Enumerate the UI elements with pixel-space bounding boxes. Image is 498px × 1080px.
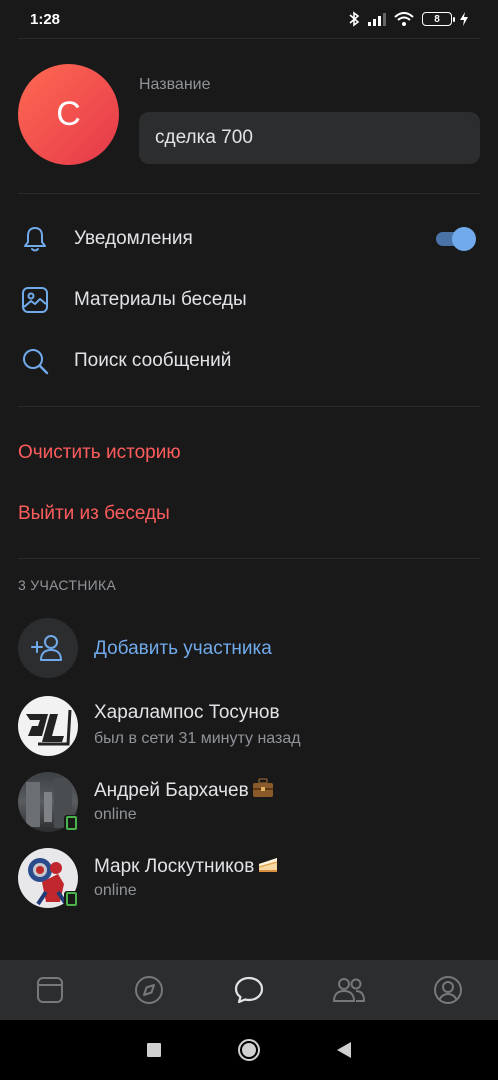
member-name: Андрей Бархачев (94, 778, 274, 802)
member-status: был в сети 31 минуту назад (94, 730, 301, 747)
back-icon[interactable] (336, 1041, 352, 1059)
member-logo-avatar (26, 709, 72, 746)
search-icon (23, 349, 49, 375)
battery-indicator: 8 (422, 12, 455, 26)
member-status: online (94, 806, 137, 823)
newsfeed-icon (36, 977, 63, 1003)
tab-messages[interactable] (199, 960, 299, 1020)
image-icon (22, 287, 48, 313)
home-icon[interactable] (237, 1038, 261, 1062)
add-member-circle (18, 618, 78, 678)
tab-bar (0, 960, 498, 1020)
wifi-icon (394, 12, 414, 26)
add-member-button[interactable]: Добавить участника (0, 616, 498, 682)
avatar (18, 696, 78, 756)
member-item[interactable]: Марк Лоскутников online (0, 844, 498, 916)
name-label: Название (139, 76, 211, 93)
chat-header: С Название (0, 38, 498, 193)
member-item[interactable]: Андрей Бархачев online (0, 768, 498, 840)
tab-profile[interactable] (398, 960, 498, 1020)
bell-icon (24, 227, 46, 252)
chat-avatar[interactable]: С (18, 64, 119, 165)
messages-icon (234, 976, 264, 1004)
online-indicator (64, 815, 78, 831)
search-messages-item[interactable]: Поиск сообщений (0, 331, 498, 391)
status-icons: 8 (348, 11, 468, 27)
members-section-title: 3 УЧАСТНИКА (18, 577, 117, 593)
briefcase-emoji (252, 778, 273, 797)
chat-media-item[interactable]: Материалы беседы (0, 270, 498, 330)
member-name: Харалампос Тосунов (94, 702, 280, 723)
member-item[interactable]: Харалампос Тосунов был в сети 31 минуту … (0, 692, 498, 764)
status-time: 1:28 (30, 10, 61, 28)
notifications-label: Уведомления (74, 228, 193, 249)
friends-icon (332, 978, 365, 1002)
divider (18, 406, 480, 407)
tab-newsfeed[interactable] (0, 960, 100, 1020)
divider (18, 558, 480, 559)
add-member-label: Добавить участника (94, 638, 272, 659)
profile-icon (434, 976, 463, 1004)
bluetooth-icon (349, 11, 360, 27)
tab-friends[interactable] (299, 960, 399, 1020)
search-messages-label: Поиск сообщений (74, 350, 232, 371)
compass-icon (135, 976, 164, 1004)
add-user-icon (31, 635, 62, 661)
recents-icon[interactable] (146, 1042, 162, 1058)
charging-icon (460, 12, 468, 26)
cake-emoji (259, 858, 278, 872)
system-nav-bar (0, 1020, 498, 1080)
clear-history-button[interactable]: Очистить историю (18, 442, 181, 464)
member-status: online (94, 882, 137, 899)
leave-chat-button[interactable]: Выйти из беседы (18, 503, 170, 525)
chat-name-input[interactable] (139, 112, 480, 164)
chat-media-label: Материалы беседы (74, 289, 247, 310)
signal-icon (368, 13, 386, 26)
notifications-toggle[interactable] (436, 227, 476, 251)
status-bar: 1:28 8 (0, 0, 498, 38)
member-name: Марк Лоскутников (94, 854, 279, 878)
divider (18, 193, 480, 194)
tab-discover[interactable] (100, 960, 200, 1020)
notifications-item[interactable]: Уведомления (0, 209, 498, 269)
online-indicator (64, 891, 78, 907)
